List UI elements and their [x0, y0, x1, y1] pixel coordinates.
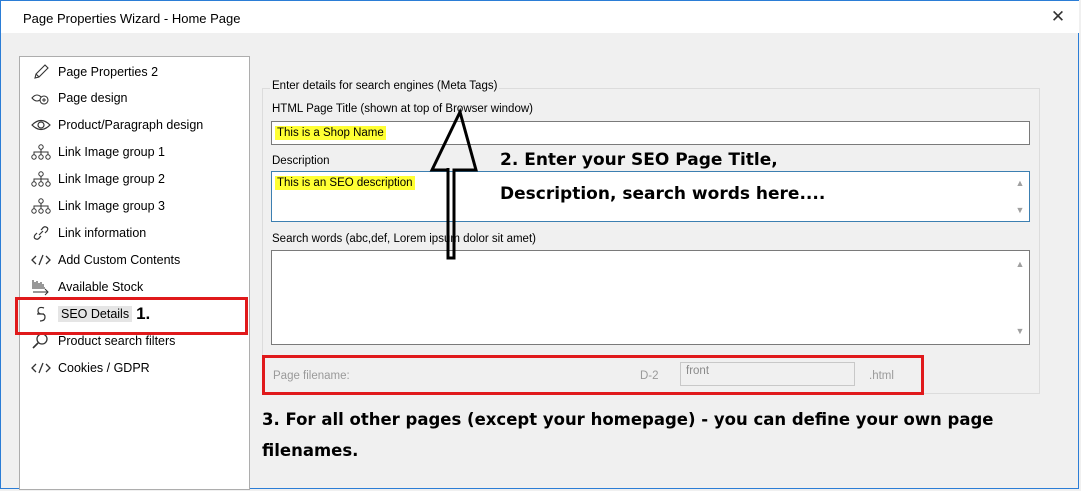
- code-icon: [30, 251, 52, 269]
- scroll-up-icon[interactable]: ▲: [1015, 259, 1025, 269]
- sidebar-item-label: Page Properties 2: [58, 65, 159, 79]
- seo-details-highlight-box: [15, 297, 248, 335]
- sitemap-icon: [30, 170, 52, 188]
- sidebar-item-label: Link information: [58, 226, 147, 240]
- sidebar-item-page-design[interactable]: Page design: [20, 87, 128, 109]
- sidebar-nav: Page Properties 2 Page design Product/Pa…: [19, 56, 250, 490]
- window-title: Page Properties Wizard - Home Page: [23, 11, 241, 26]
- sidebar-item-page-properties-2[interactable]: Page Properties 2: [20, 61, 158, 83]
- sidebar-item-available-stock[interactable]: Available Stock: [20, 276, 143, 298]
- step-2-annotation-line1: 2. Enter your SEO Page Title,: [500, 150, 778, 170]
- sidebar-item-label: Add Custom Contents: [58, 253, 181, 267]
- step-3-annotation-line2: filenames.: [262, 441, 359, 460]
- sidebar-item-label: Page design: [58, 91, 128, 105]
- code-icon: [30, 359, 52, 377]
- scroll-down-icon[interactable]: ▼: [1015, 205, 1025, 215]
- page-title-input[interactable]: This is a Shop Name: [271, 121, 1030, 145]
- sidebar-item-label: Available Stock: [58, 280, 144, 294]
- sitemap-icon: [30, 143, 52, 161]
- design-icon: [30, 89, 52, 107]
- sidebar-item-label: Link Image group 3: [58, 199, 166, 213]
- close-button[interactable]: ✕: [1037, 1, 1079, 33]
- description-value: This is an SEO description: [275, 176, 415, 190]
- sidebar-item-label: Link Image group 1: [58, 145, 166, 159]
- description-label: Description: [272, 155, 330, 167]
- stock-icon: [30, 278, 52, 296]
- eye-icon: [30, 116, 52, 134]
- sidebar-item-label: Product/Paragraph design: [58, 118, 204, 132]
- step-2-annotation-line2: Description, search words here....: [500, 184, 826, 204]
- sidebar-item-add-custom-contents[interactable]: Add Custom Contents: [20, 249, 180, 271]
- close-icon: ✕: [1050, 7, 1066, 26]
- page-title-label: HTML Page Title (shown at top of Browser…: [272, 103, 533, 115]
- sidebar-item-link-image-group-3[interactable]: Link Image group 3: [20, 195, 165, 217]
- sidebar-item-label: Link Image group 2: [58, 172, 166, 186]
- sidebar-item-label: Cookies / GDPR: [58, 361, 150, 375]
- sidebar-item-cookies-gdpr[interactable]: Cookies / GDPR: [20, 357, 150, 379]
- sidebar-item-link-information[interactable]: Link information: [20, 222, 146, 244]
- sidebar-item-link-image-group-2[interactable]: Link Image group 2: [20, 168, 165, 190]
- scroll-down-icon[interactable]: ▼: [1015, 326, 1025, 336]
- meta-tags-group-title: Enter details for search engines (Meta T…: [270, 80, 500, 92]
- step-3-annotation-line1: 3. For all other pages (except your home…: [262, 410, 994, 429]
- pencil-icon: [30, 63, 52, 81]
- search-words-label: Search words (abc,def, Lorem ipsum dolor…: [272, 233, 536, 245]
- filename-highlight-box: [262, 355, 924, 395]
- sitemap-icon: [30, 197, 52, 215]
- sidebar-item-link-image-group-1[interactable]: Link Image group 1: [20, 141, 165, 163]
- sidebar-item-product-paragraph-design[interactable]: Product/Paragraph design: [20, 114, 203, 136]
- scroll-up-icon[interactable]: ▲: [1015, 178, 1025, 188]
- annotation-arrow-icon: [429, 108, 478, 260]
- title-bar: Page Properties Wizard - Home Page ✕: [1, 1, 1079, 33]
- sidebar-item-label: Product search filters: [58, 334, 176, 348]
- page-title-value: This is a Shop Name: [275, 126, 386, 140]
- link-icon: [30, 224, 52, 242]
- search-words-input[interactable]: ▲ ▼: [271, 250, 1030, 345]
